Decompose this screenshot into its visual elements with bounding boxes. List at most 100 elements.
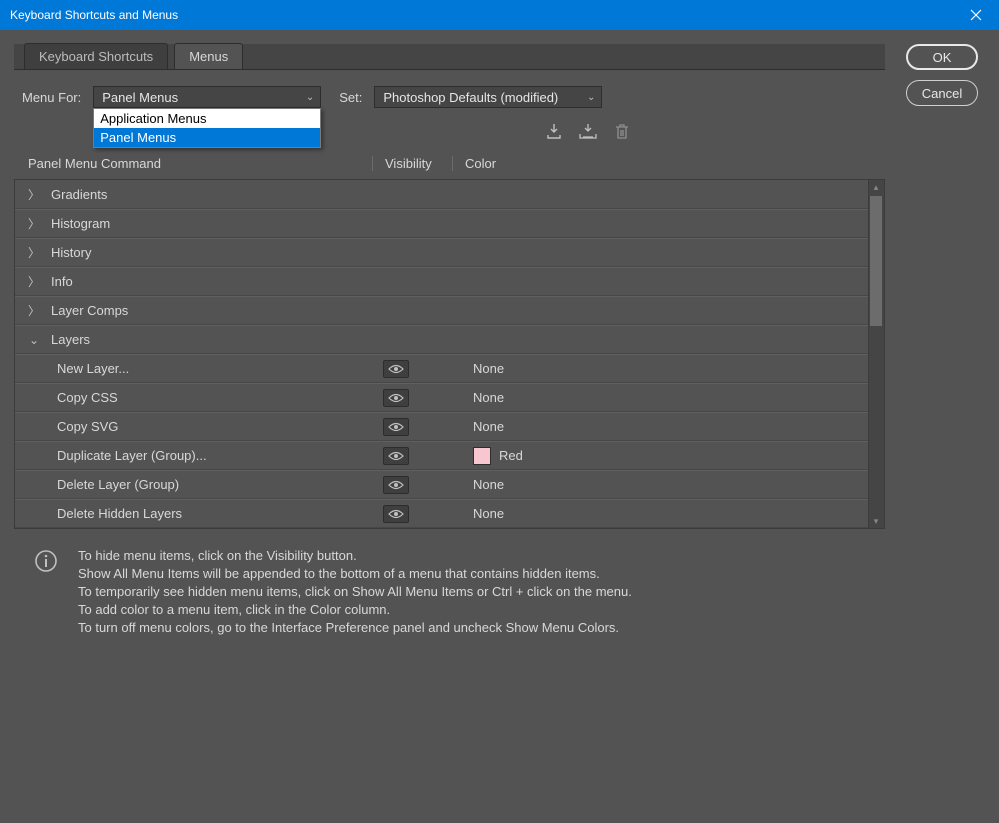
color-cell[interactable]: None: [473, 361, 504, 376]
menu-item-label: Delete Layer (Group): [15, 477, 373, 492]
color-cell[interactable]: None: [473, 506, 504, 521]
chevron-right-icon: 〉: [27, 244, 41, 261]
menu-item-label: Delete Hidden Layers: [15, 506, 373, 521]
scrollbar-thumb[interactable]: [870, 196, 882, 326]
color-label: None: [473, 477, 504, 492]
menu-item-row[interactable]: Delete Layer (Group) None: [15, 470, 868, 499]
tree-label: History: [51, 245, 91, 260]
menu-item-row[interactable]: Duplicate Layer (Group)... Red: [15, 441, 868, 470]
chevron-right-icon: 〉: [27, 273, 41, 290]
scroll-up-icon[interactable]: ▴: [868, 180, 884, 194]
tree-label: Layers: [51, 332, 90, 347]
chevron-right-icon: 〉: [27, 302, 41, 319]
eye-icon: [388, 393, 404, 403]
tree-label: Histogram: [51, 216, 110, 231]
tree-row-history[interactable]: 〉 History: [15, 238, 868, 267]
chevron-right-icon: 〉: [27, 186, 41, 203]
tree-row-info[interactable]: 〉 Info: [15, 267, 868, 296]
color-label: Red: [499, 448, 523, 463]
tab-strip: Keyboard Shortcuts Menus: [14, 44, 885, 70]
delete-set-button[interactable]: [612, 122, 632, 142]
set-label: Set:: [339, 90, 362, 105]
col-visibility: Visibility: [372, 156, 452, 171]
menu-for-label: Menu For:: [22, 90, 81, 105]
visibility-toggle[interactable]: [383, 418, 409, 436]
menu-table: 〉 Gradients 〉 Histogram 〉 History 〉 Info…: [14, 179, 885, 529]
color-label: None: [473, 390, 504, 405]
tree-row-layer-comps[interactable]: 〉 Layer Comps: [15, 296, 868, 325]
tab-keyboard-shortcuts[interactable]: Keyboard Shortcuts: [24, 43, 168, 69]
info-line: To temporarily see hidden menu items, cl…: [78, 583, 632, 601]
chevron-right-icon: 〉: [27, 215, 41, 232]
menu-item-row[interactable]: Copy CSS None: [15, 383, 868, 412]
col-color: Color: [452, 156, 496, 171]
menu-item-label: Copy SVG: [15, 419, 373, 434]
info-text: To hide menu items, click on the Visibil…: [78, 547, 632, 637]
visibility-toggle[interactable]: [383, 447, 409, 465]
eye-icon: [388, 422, 404, 432]
visibility-toggle[interactable]: [383, 505, 409, 523]
title-bar: Keyboard Shortcuts and Menus: [0, 0, 999, 30]
color-cell[interactable]: Red: [473, 447, 523, 465]
menu-item-label: Duplicate Layer (Group)...: [15, 448, 373, 463]
chevron-down-icon: ⌄: [27, 333, 41, 347]
chevron-down-icon: ⌄: [306, 92, 314, 103]
menu-item-label: New Layer...: [15, 361, 373, 376]
tree-row-gradients[interactable]: 〉 Gradients: [15, 180, 868, 209]
close-icon: [970, 9, 982, 21]
menu-item-row[interactable]: New Layer... None: [15, 354, 868, 383]
info-line: Show All Menu Items will be appended to …: [78, 565, 632, 583]
tree-label: Gradients: [51, 187, 107, 202]
side-buttons: OK Cancel: [899, 44, 985, 809]
visibility-toggle[interactable]: [383, 389, 409, 407]
save-set-button[interactable]: [544, 122, 564, 142]
menu-for-value: Panel Menus: [102, 90, 178, 105]
info-icon: [34, 549, 58, 573]
set-dropdown[interactable]: Photoshop Defaults (modified) ⌄: [374, 86, 602, 108]
tab-menus[interactable]: Menus: [174, 43, 243, 69]
visibility-toggle[interactable]: [383, 360, 409, 378]
color-cell[interactable]: None: [473, 390, 504, 405]
scroll-down-icon[interactable]: ▾: [868, 514, 884, 528]
menu-for-option-panel[interactable]: Panel Menus: [94, 128, 320, 147]
menu-for-dropdown[interactable]: Panel Menus ⌄ Application Menus Panel Me…: [93, 86, 321, 108]
menu-for-popup: Application Menus Panel Menus: [93, 108, 321, 148]
color-label: None: [473, 419, 504, 434]
eye-icon: [388, 480, 404, 490]
tree-label: Layer Comps: [51, 303, 128, 318]
menu-item-label: Copy CSS: [15, 390, 373, 405]
table-column-headers: Panel Menu Command Visibility Color: [14, 152, 885, 179]
color-cell[interactable]: None: [473, 419, 504, 434]
eye-icon: [388, 451, 404, 461]
menu-item-row[interactable]: Copy SVG None: [15, 412, 868, 441]
set-value: Photoshop Defaults (modified): [383, 90, 558, 105]
info-line: To turn off menu colors, go to the Inter…: [78, 619, 632, 637]
trash-icon: [615, 124, 629, 140]
ok-button[interactable]: OK: [906, 44, 978, 70]
menu-item-row[interactable]: Delete Hidden Layers None: [15, 499, 868, 528]
color-swatch: [473, 447, 491, 465]
tree-label: Info: [51, 274, 73, 289]
tree-row-histogram[interactable]: 〉 Histogram: [15, 209, 868, 238]
close-button[interactable]: [953, 0, 999, 30]
config-row: Menu For: Panel Menus ⌄ Application Menu…: [14, 70, 885, 112]
eye-icon: [388, 509, 404, 519]
visibility-toggle[interactable]: [383, 476, 409, 494]
eye-icon: [388, 364, 404, 374]
col-command: Panel Menu Command: [28, 156, 372, 171]
tree-row-layers[interactable]: ⌄ Layers: [15, 325, 868, 354]
scrollbar[interactable]: ▴ ▾: [868, 180, 884, 528]
info-section: To hide menu items, click on the Visibil…: [14, 529, 885, 637]
info-line: To hide menu items, click on the Visibil…: [78, 547, 632, 565]
color-label: None: [473, 506, 504, 521]
cancel-button[interactable]: Cancel: [906, 80, 978, 106]
color-label: None: [473, 361, 504, 376]
window-title: Keyboard Shortcuts and Menus: [10, 8, 178, 22]
save-all-button[interactable]: [578, 122, 598, 142]
save-icon: [545, 123, 563, 141]
menu-for-option-application[interactable]: Application Menus: [94, 109, 320, 128]
color-cell[interactable]: None: [473, 477, 504, 492]
info-line: To add color to a menu item, click in th…: [78, 601, 632, 619]
save-all-icon: [578, 123, 598, 141]
chevron-down-icon: ⌄: [587, 92, 595, 103]
